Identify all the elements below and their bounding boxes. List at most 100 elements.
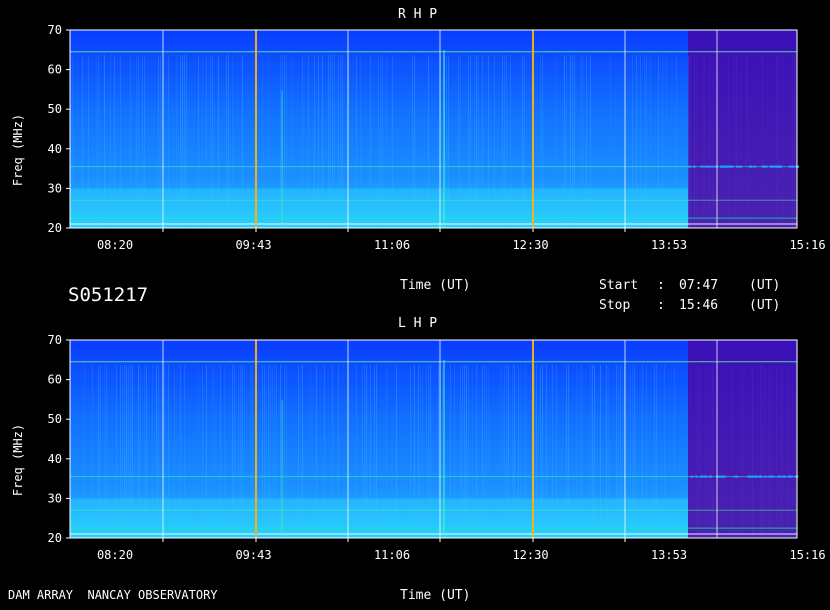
late-speckle (735, 475, 739, 478)
stop-label: Stop (599, 298, 631, 313)
rhp-xlabel: Time (UT) (400, 278, 471, 293)
late-speckle (796, 165, 800, 168)
x-tick-label: 12:30 (512, 238, 548, 252)
spectrum-streak (740, 55, 741, 228)
y-tick-label: 20 (48, 531, 62, 545)
stop-unit: (UT) (749, 298, 781, 313)
y-tick-label: 30 (48, 181, 62, 195)
x-tick-label: 13:53 (651, 238, 687, 252)
y-tick-label: 30 (48, 491, 62, 505)
late-speckle (710, 165, 714, 168)
late-speckle (758, 475, 762, 478)
spectrum-streak (698, 365, 699, 538)
spectrum-streak (712, 55, 713, 228)
late-speckle (779, 165, 783, 168)
late-speckle (704, 165, 708, 168)
spectrum-streak (736, 55, 737, 228)
spectrum-streak (708, 55, 709, 228)
spectrum-streak (750, 365, 751, 538)
spectrum-streak (780, 365, 781, 538)
late-speckle (720, 165, 724, 168)
spectrum-streak (778, 365, 779, 538)
spectrum-streak (776, 365, 777, 538)
spectrum-streak (710, 365, 711, 538)
spectrum-streak (708, 365, 709, 538)
spectrum-streak (772, 365, 773, 538)
late-speckle (695, 475, 699, 478)
x-tick-label: 08:20 (97, 238, 133, 252)
stop-time: 15:46 (679, 298, 719, 313)
late-speckle (769, 165, 773, 168)
start-unit: (UT) (749, 278, 781, 293)
late-speckle (700, 475, 704, 478)
footer-credit: DAM ARRAY NANCAY OBSERVATORY (8, 588, 218, 602)
late-speckle (778, 475, 782, 478)
y-tick-label: 40 (48, 142, 62, 156)
spectrum-streak (794, 55, 795, 228)
spectrum-streak (702, 55, 703, 228)
x-tick-label: 11:06 (374, 238, 410, 252)
late-speckle (762, 165, 766, 168)
y-tick-label: 20 (48, 221, 62, 235)
y-tick-label: 70 (48, 23, 62, 37)
late-speckle (727, 165, 731, 168)
spectrum-streak (776, 55, 777, 228)
spectrum-streak (756, 55, 757, 228)
rhp-title: R H P (398, 7, 438, 22)
spectrum-streak (784, 55, 785, 228)
y-tick-label: 60 (48, 63, 62, 77)
y-tick-label: 50 (48, 412, 62, 426)
spectrum-streak (688, 55, 689, 228)
spectrum-streak (748, 55, 749, 228)
spectrum-streak (726, 365, 727, 538)
spectrum-streak (792, 55, 793, 228)
start-time: 07:47 (679, 278, 719, 293)
late-speckle (782, 475, 786, 478)
spectrum-streak (706, 365, 707, 538)
y-tick-label: 40 (48, 452, 62, 466)
late-speckle (749, 165, 753, 168)
lhp-title: L H P (398, 316, 438, 331)
x-tick-label: 08:20 (97, 548, 133, 562)
lhp-ylabel: Freq (MHz) (11, 423, 25, 497)
late-speckle (764, 475, 768, 478)
spectrum-streak (712, 365, 713, 538)
spectrum-streak (714, 55, 715, 228)
late-speckle (688, 165, 692, 168)
late-speckle (722, 475, 726, 478)
late-speckle (750, 475, 754, 478)
stop-colon: : (657, 298, 665, 313)
late-speckle (690, 475, 694, 478)
lhp-xlabel: Time (UT) (400, 588, 471, 603)
observation-id: S051217 (68, 284, 149, 306)
late-speckle (768, 475, 772, 478)
spectrum-streak (746, 55, 747, 228)
spectrum-streak (788, 365, 789, 538)
late-speckle (704, 475, 708, 478)
spectrum-streak (778, 55, 779, 228)
late-speckle (718, 475, 722, 478)
lhp-panel: 20 30 40 50 60 70 08:20 09:43 11:06 12:30 13:53 15:… (48, 333, 826, 562)
spectrum-streak (782, 55, 783, 228)
spectrum-streak (760, 365, 761, 538)
x-tick-label: 09:43 (235, 238, 271, 252)
late-speckle (788, 165, 792, 168)
spectrum-streak (696, 365, 697, 538)
spectrum-streak (768, 365, 769, 538)
spectrum-streak (762, 55, 763, 228)
late-speckle (787, 475, 791, 478)
x-tick-label: 15:16 (789, 238, 825, 252)
spectrum-streak (690, 365, 691, 538)
spectrum-streak (782, 365, 783, 538)
y-tick-label: 70 (48, 333, 62, 347)
spectrum-streak (770, 365, 771, 538)
spectrum-streak (704, 365, 705, 538)
late-speckle (739, 165, 743, 168)
late-speckle (773, 165, 777, 168)
spectrum-streak (710, 55, 711, 228)
spectrum-streak (786, 365, 787, 538)
x-tick-label: 12:30 (512, 548, 548, 562)
spectrum-streak (764, 365, 765, 538)
spectrum-streak (732, 365, 733, 538)
y-tick-label: 60 (48, 373, 62, 387)
